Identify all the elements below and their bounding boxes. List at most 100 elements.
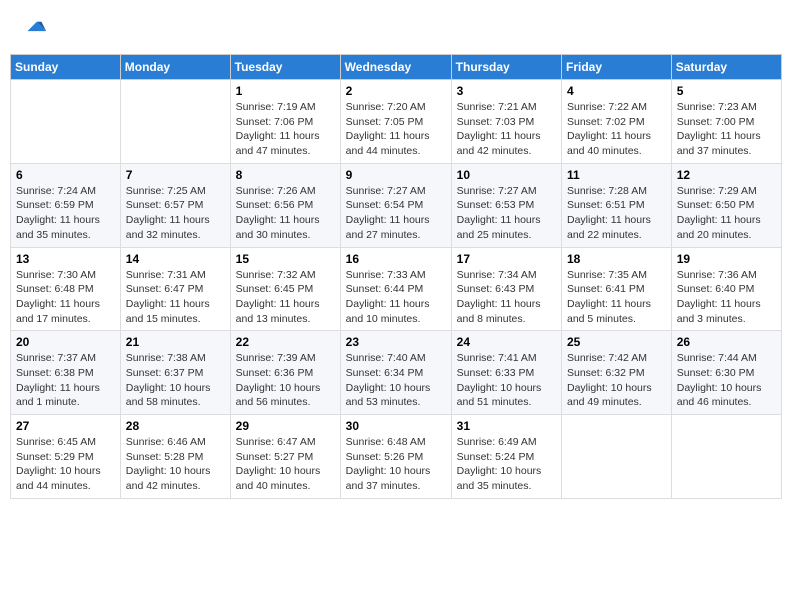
day-info: Sunrise: 7:27 AM Sunset: 6:53 PM Dayligh… [457, 184, 556, 243]
calendar-cell: 19 Sunrise: 7:36 AM Sunset: 6:40 PM Dayli… [671, 247, 781, 331]
day-info: Sunrise: 7:38 AM Sunset: 6:37 PM Dayligh… [126, 351, 225, 410]
calendar-cell: 16Sunrise: 7:33 AM Sunset: 6:44 PM Dayli… [340, 247, 451, 331]
day-info: Sunrise: 7:39 AM Sunset: 6:36 PM Dayligh… [236, 351, 335, 410]
calendar-cell: 29 Sunrise: 6:47 AM Sunset: 5:27 PM Dayli… [230, 415, 340, 499]
calendar-cell: 18Sunrise: 7:35 AM Sunset: 6:41 PM Dayli… [562, 247, 672, 331]
day-info: Sunrise: 7:26 AM Sunset: 6:56 PM Dayligh… [236, 184, 335, 243]
day-info: Sunrise: 7:19 AM Sunset: 7:06 PM Dayligh… [236, 100, 335, 159]
day-number: 29 [236, 419, 335, 433]
calendar-cell: 5 Sunrise: 7:23 AM Sunset: 7:00 PM Daylig… [671, 80, 781, 164]
day-number: 7 [126, 168, 225, 182]
calendar-cell: 27Sunrise: 6:45 AM Sunset: 5:29 PM Dayli… [11, 415, 121, 499]
day-number: 17 [457, 252, 556, 266]
calendar-header-friday: Friday [562, 55, 672, 80]
calendar-cell: 25 Sunrise: 7:42 AM Sunset: 6:32 PM Dayli… [562, 331, 672, 415]
day-info: Sunrise: 7:36 AM Sunset: 6:40 PM Dayligh… [677, 268, 776, 327]
calendar-cell: 10 Sunrise: 7:27 AM Sunset: 6:53 PM Dayli… [451, 163, 561, 247]
calendar-cell: 15 Sunrise: 7:32 AM Sunset: 6:45 PM Dayli… [230, 247, 340, 331]
calendar-week-row: 1 Sunrise: 7:19 AM Sunset: 7:06 PM Daylig… [11, 80, 782, 164]
day-info: Sunrise: 7:30 AM Sunset: 6:48 PM Dayligh… [16, 268, 115, 327]
day-info: Sunrise: 7:21 AM Sunset: 7:03 PM Dayligh… [457, 100, 556, 159]
calendar-week-row: 20 Sunrise: 7:37 AM Sunset: 6:38 PM Dayli… [11, 331, 782, 415]
calendar-cell: 9 Sunrise: 7:27 AM Sunset: 6:54 PM Daylig… [340, 163, 451, 247]
day-number: 9 [346, 168, 446, 182]
day-info: Sunrise: 7:25 AM Sunset: 6:57 PM Dayligh… [126, 184, 225, 243]
calendar-cell: 14 Sunrise: 7:31 AM Sunset: 6:47 PM Dayli… [120, 247, 230, 331]
calendar-cell: 6 Sunrise: 7:24 AM Sunset: 6:59 PM Daylig… [11, 163, 121, 247]
calendar-header-saturday: Saturday [671, 55, 781, 80]
day-number: 1 [236, 84, 335, 98]
calendar-cell: 11 Sunrise: 7:28 AM Sunset: 6:51 PM Dayli… [562, 163, 672, 247]
day-info: Sunrise: 7:32 AM Sunset: 6:45 PM Dayligh… [236, 268, 335, 327]
day-number: 6 [16, 168, 115, 182]
calendar-header-row: SundayMondayTuesdayWednesdayThursdayFrid… [11, 55, 782, 80]
calendar-header-thursday: Thursday [451, 55, 561, 80]
day-number: 26 [677, 335, 776, 349]
calendar-cell: 4 Sunrise: 7:22 AM Sunset: 7:02 PM Daylig… [562, 80, 672, 164]
day-info: Sunrise: 7:22 AM Sunset: 7:02 PM Dayligh… [567, 100, 666, 159]
calendar-header-wednesday: Wednesday [340, 55, 451, 80]
day-info: Sunrise: 7:28 AM Sunset: 6:51 PM Dayligh… [567, 184, 666, 243]
day-info: Sunrise: 7:20 AM Sunset: 7:05 PM Dayligh… [346, 100, 446, 159]
day-number: 28 [126, 419, 225, 433]
calendar-cell: 1 Sunrise: 7:19 AM Sunset: 7:06 PM Daylig… [230, 80, 340, 164]
day-number: 4 [567, 84, 666, 98]
day-info: Sunrise: 7:24 AM Sunset: 6:59 PM Dayligh… [16, 184, 115, 243]
day-info: Sunrise: 6:49 AM Sunset: 5:24 PM Dayligh… [457, 435, 556, 494]
day-number: 11 [567, 168, 666, 182]
calendar-cell: 20 Sunrise: 7:37 AM Sunset: 6:38 PM Dayli… [11, 331, 121, 415]
day-number: 27 [16, 419, 115, 433]
calendar-cell: 7 Sunrise: 7:25 AM Sunset: 6:57 PM Daylig… [120, 163, 230, 247]
calendar-cell: 30 Sunrise: 6:48 AM Sunset: 5:26 PM Dayli… [340, 415, 451, 499]
calendar-cell: 12Sunrise: 7:29 AM Sunset: 6:50 PM Dayli… [671, 163, 781, 247]
calendar-week-row: 6 Sunrise: 7:24 AM Sunset: 6:59 PM Daylig… [11, 163, 782, 247]
day-info: Sunrise: 7:33 AM Sunset: 6:44 PM Dayligh… [346, 268, 446, 327]
calendar-cell [11, 80, 121, 164]
day-number: 19 [677, 252, 776, 266]
calendar-cell: 3 Sunrise: 7:21 AM Sunset: 7:03 PM Daylig… [451, 80, 561, 164]
day-number: 30 [346, 419, 446, 433]
calendar-cell: 31Sunrise: 6:49 AM Sunset: 5:24 PM Dayli… [451, 415, 561, 499]
calendar-cell: 21 Sunrise: 7:38 AM Sunset: 6:37 PM Dayli… [120, 331, 230, 415]
day-info: Sunrise: 7:31 AM Sunset: 6:47 PM Dayligh… [126, 268, 225, 327]
day-number: 15 [236, 252, 335, 266]
day-number: 25 [567, 335, 666, 349]
calendar-cell: 24 Sunrise: 7:41 AM Sunset: 6:33 PM Dayli… [451, 331, 561, 415]
day-number: 20 [16, 335, 115, 349]
calendar-cell: 2Sunrise: 7:20 AM Sunset: 7:05 PM Daylig… [340, 80, 451, 164]
day-info: Sunrise: 6:48 AM Sunset: 5:26 PM Dayligh… [346, 435, 446, 494]
day-number: 22 [236, 335, 335, 349]
day-info: Sunrise: 7:34 AM Sunset: 6:43 PM Dayligh… [457, 268, 556, 327]
day-info: Sunrise: 7:41 AM Sunset: 6:33 PM Dayligh… [457, 351, 556, 410]
day-number: 10 [457, 168, 556, 182]
day-info: Sunrise: 6:47 AM Sunset: 5:27 PM Dayligh… [236, 435, 335, 494]
calendar-week-row: 13Sunrise: 7:30 AM Sunset: 6:48 PM Dayli… [11, 247, 782, 331]
day-number: 23 [346, 335, 446, 349]
calendar-header-monday: Monday [120, 55, 230, 80]
day-info: Sunrise: 7:27 AM Sunset: 6:54 PM Dayligh… [346, 184, 446, 243]
calendar-cell: 23Sunrise: 7:40 AM Sunset: 6:34 PM Dayli… [340, 331, 451, 415]
day-info: Sunrise: 7:42 AM Sunset: 6:32 PM Dayligh… [567, 351, 666, 410]
calendar-cell: 28 Sunrise: 6:46 AM Sunset: 5:28 PM Dayli… [120, 415, 230, 499]
day-number: 3 [457, 84, 556, 98]
calendar-header-sunday: Sunday [11, 55, 121, 80]
day-info: Sunrise: 6:46 AM Sunset: 5:28 PM Dayligh… [126, 435, 225, 494]
calendar-cell: 26 Sunrise: 7:44 AM Sunset: 6:30 PM Dayli… [671, 331, 781, 415]
calendar-cell: 8Sunrise: 7:26 AM Sunset: 6:56 PM Daylig… [230, 163, 340, 247]
day-number: 24 [457, 335, 556, 349]
calendar-header-tuesday: Tuesday [230, 55, 340, 80]
day-info: Sunrise: 7:35 AM Sunset: 6:41 PM Dayligh… [567, 268, 666, 327]
day-info: Sunrise: 7:23 AM Sunset: 7:00 PM Dayligh… [677, 100, 776, 159]
day-number: 5 [677, 84, 776, 98]
day-info: Sunrise: 7:44 AM Sunset: 6:30 PM Dayligh… [677, 351, 776, 410]
logo-icon [20, 18, 48, 46]
calendar-table: SundayMondayTuesdayWednesdayThursdayFrid… [10, 54, 782, 499]
calendar-cell [562, 415, 672, 499]
day-number: 14 [126, 252, 225, 266]
day-number: 21 [126, 335, 225, 349]
calendar-cell: 13Sunrise: 7:30 AM Sunset: 6:48 PM Dayli… [11, 247, 121, 331]
calendar-cell [671, 415, 781, 499]
day-info: Sunrise: 7:37 AM Sunset: 6:38 PM Dayligh… [16, 351, 115, 410]
calendar-week-row: 27Sunrise: 6:45 AM Sunset: 5:29 PM Dayli… [11, 415, 782, 499]
logo [20, 18, 52, 46]
